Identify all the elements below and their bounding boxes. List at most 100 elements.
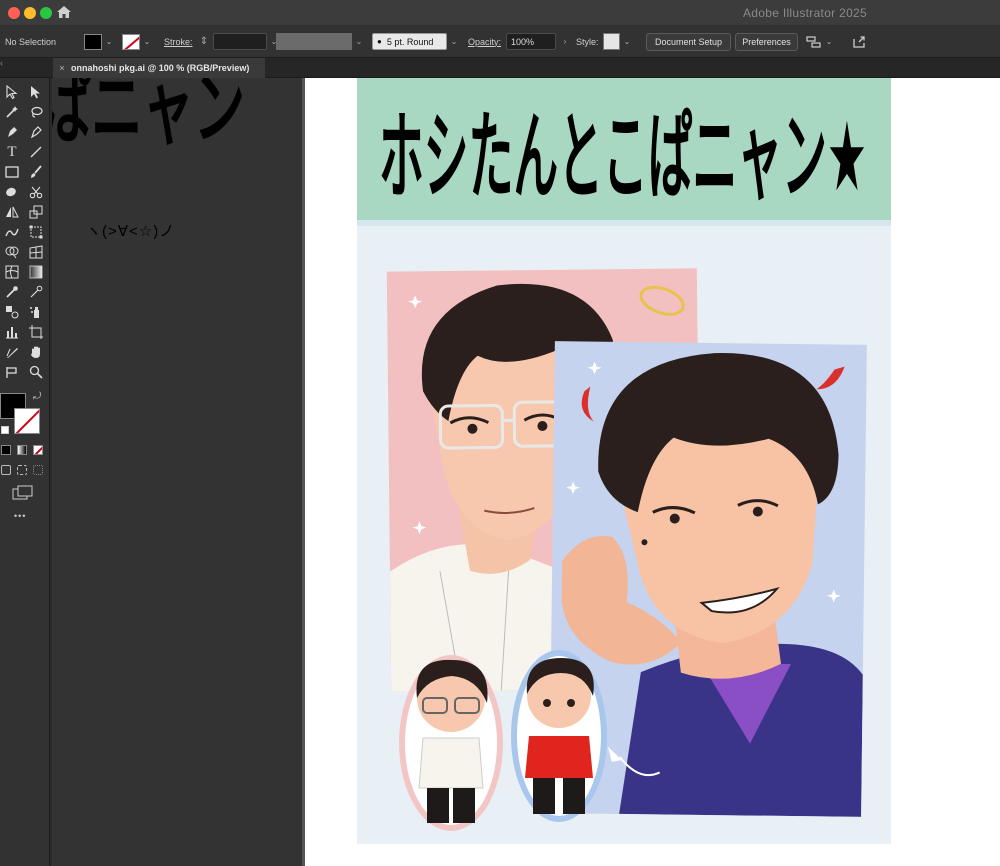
stroke-color-swatch[interactable] — [14, 408, 40, 434]
brush-label: 5 pt. Round — [386, 36, 434, 47]
column-graph-tool-icon[interactable] — [3, 323, 21, 341]
curvature-tool-icon[interactable] — [27, 123, 45, 141]
rectangle-tool-icon[interactable] — [3, 163, 21, 181]
opacity-control[interactable]: 100% › — [506, 25, 570, 58]
stepper-icon[interactable]: ⇕ — [199, 36, 209, 47]
collapse-panel-icon[interactable]: ‹ — [0, 58, 10, 78]
opacity-label[interactable]: Opacity: — [468, 25, 501, 58]
arrange-documents-icon[interactable] — [806, 35, 822, 49]
width-profile-preview[interactable] — [276, 33, 352, 50]
stroke-label[interactable]: Stroke: — [164, 25, 193, 58]
variable-width-profile[interactable]: ⌄ — [276, 25, 364, 58]
stroke-weight-input[interactable] — [213, 33, 267, 50]
chevron-down-icon[interactable]: ⌄ — [142, 37, 152, 46]
stroke-control[interactable]: ⌄ — [122, 25, 152, 58]
draw-inside-icon[interactable] — [33, 465, 43, 475]
devil-horn-icon — [581, 386, 594, 422]
color-mode-icon[interactable] — [1, 445, 11, 455]
pasteboard-title-fragment-text: ぱニャン — [52, 78, 245, 156]
fill-control[interactable]: ⌄ — [84, 25, 114, 58]
pasteboard: ぱニャン ヽ(>∀<☆)ノ — [52, 78, 302, 866]
close-tab-icon[interactable]: × — [53, 63, 71, 73]
brush-field[interactable]: ● 5 pt. Round — [372, 33, 447, 50]
stroke-weight-stepper[interactable]: ⇕ ⌄ — [199, 25, 279, 58]
close-window-button[interactable] — [8, 7, 20, 19]
chibi-angel-sticker[interactable] — [397, 648, 505, 833]
title-banner: ホシたんとこぱニャン★ — [357, 78, 891, 220]
brush-definition[interactable]: ● 5 pt. Round ⌄ — [372, 25, 459, 58]
canvas[interactable]: ホシたんとこぱニャン★ — [305, 78, 1000, 866]
devil-horn-icon — [816, 366, 845, 390]
line-segment-tool-icon[interactable] — [27, 143, 45, 161]
pasteboard-kaomoji: ヽ(>∀<☆)ノ — [86, 223, 176, 240]
sparkle-icon — [826, 589, 841, 603]
stroke-swatch[interactable] — [122, 33, 140, 50]
home-icon[interactable] — [56, 5, 72, 19]
type-tool-icon[interactable]: T — [3, 143, 21, 161]
document-tab-title: onnahoshi pkg.ai @ 100 % (RGB/Preview) — [71, 63, 250, 73]
mesh-tool-icon[interactable] — [3, 263, 21, 281]
selection-tool-icon[interactable] — [3, 83, 21, 101]
scale-tool-icon[interactable] — [27, 203, 45, 221]
shape-builder-tool-icon[interactable] — [3, 243, 21, 261]
style-label: Style: — [576, 36, 599, 47]
swap-fill-stroke-icon[interactable]: ⤾ — [33, 391, 41, 402]
zoom-tool-icon[interactable] — [27, 363, 45, 381]
sparkle-icon — [412, 521, 427, 535]
chevron-down-icon[interactable]: ⌄ — [622, 37, 632, 46]
free-transform-tool-icon[interactable] — [27, 223, 45, 241]
artboard[interactable]: ホシたんとこぱニャン★ — [357, 78, 891, 844]
minimize-window-button[interactable] — [24, 7, 36, 19]
gradient-mode-icon[interactable] — [17, 445, 27, 455]
chevron-down-icon[interactable]: ⌄ — [354, 37, 364, 46]
sparkle-icon — [566, 481, 581, 495]
arrange-control[interactable]: ⌄ — [806, 25, 834, 58]
graphic-style-swatch[interactable] — [603, 33, 620, 50]
app-title: Adobe Illustrator 2025 — [742, 6, 867, 20]
artboard-tool-icon[interactable] — [27, 323, 45, 341]
document-tab-bar: ‹ × onnahoshi pkg.ai @ 100 % (RGB/Previe… — [0, 58, 1000, 78]
draw-normal-icon[interactable] — [1, 465, 11, 475]
blend-tool-icon[interactable] — [3, 303, 21, 321]
brush-dot-icon: ● — [377, 37, 382, 46]
chibi-devil-sticker[interactable] — [509, 648, 609, 828]
paintbrush-tool-icon[interactable] — [27, 163, 45, 181]
slice-tool-icon[interactable] — [3, 343, 21, 361]
reflect-tool-icon[interactable] — [3, 203, 21, 221]
none-mode-icon[interactable] — [33, 445, 43, 455]
pasteboard-title-fragment: ぱニャン — [52, 78, 245, 156]
zoom-window-button[interactable] — [40, 7, 52, 19]
title-bar: Adobe Illustrator 2025 — [0, 0, 1000, 25]
symbol-sprayer-tool-icon[interactable] — [27, 303, 45, 321]
direct-selection-tool-icon[interactable] — [27, 83, 45, 101]
lasso-tool-icon[interactable] — [27, 103, 45, 121]
chevron-down-icon[interactable]: ⌄ — [104, 37, 114, 46]
pen-tool-icon[interactable] — [3, 123, 21, 141]
preferences-button[interactable]: Preferences — [735, 32, 798, 51]
magic-wand-tool-icon[interactable] — [3, 103, 21, 121]
screen-mode-icon[interactable] — [12, 485, 34, 501]
chevron-down-icon[interactable]: ⌄ — [824, 37, 834, 46]
opacity-input[interactable]: 100% — [506, 33, 556, 50]
shaper-tool-icon[interactable] — [3, 183, 21, 201]
chevron-right-icon[interactable]: › — [560, 37, 570, 46]
edit-toolbar-icon[interactable]: ••• — [14, 511, 26, 521]
share-icon[interactable] — [852, 35, 866, 49]
document-tab[interactable]: × onnahoshi pkg.ai @ 100 % (RGB/Preview) — [53, 58, 265, 78]
eyedropper-tool-icon[interactable] — [3, 283, 21, 301]
scissors-tool-icon[interactable] — [27, 183, 45, 201]
document-setup-button[interactable]: Document Setup — [646, 32, 731, 51]
sparkle-icon — [408, 295, 423, 309]
control-bar: No Selection ⌄ ⌄ Stroke: ⇕ ⌄ ⌄ ● 5 pt. R… — [0, 25, 1000, 58]
puppet-warp-tool-icon[interactable] — [3, 363, 21, 381]
warp-tool-icon[interactable] — [3, 223, 21, 241]
graphic-style-control[interactable]: ⌄ — [603, 25, 632, 58]
hand-tool-icon[interactable] — [27, 343, 45, 361]
chevron-down-icon[interactable]: ⌄ — [449, 37, 459, 46]
draw-behind-icon[interactable] — [17, 465, 27, 475]
fill-swatch[interactable] — [84, 33, 102, 50]
gradient-tool-icon[interactable] — [27, 263, 45, 281]
measure-eyedropper-icon[interactable] — [27, 283, 45, 301]
perspective-grid-tool-icon[interactable] — [27, 243, 45, 261]
default-fill-stroke-icon[interactable] — [1, 426, 9, 434]
